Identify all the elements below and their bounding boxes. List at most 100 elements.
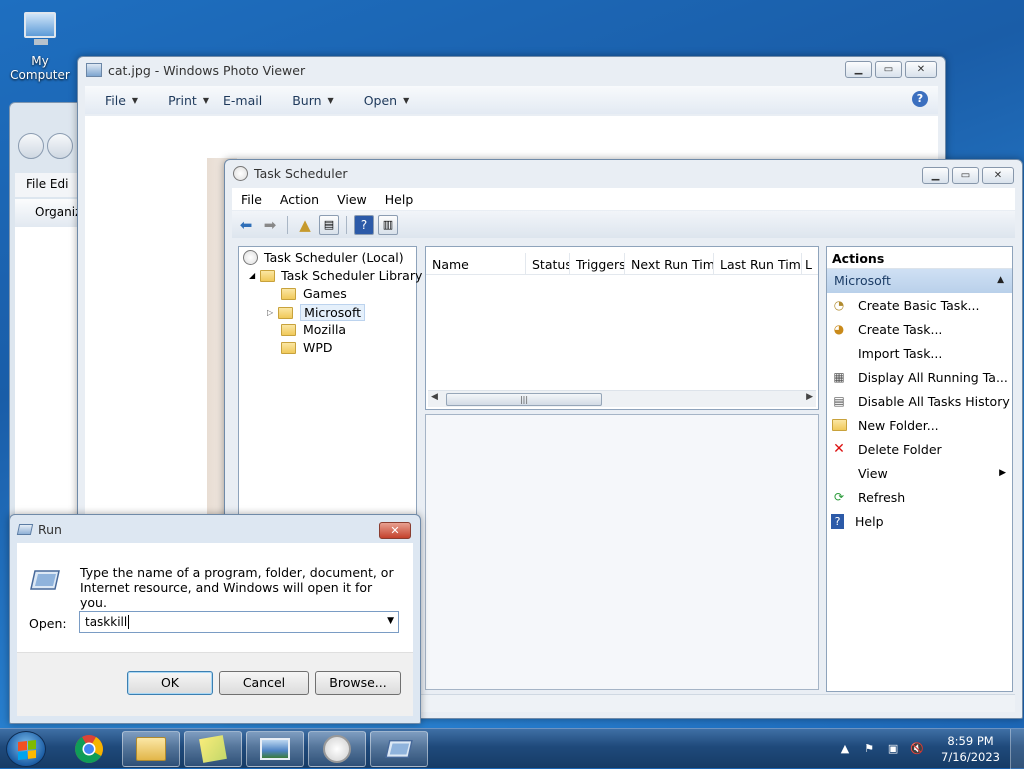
chevron-down-icon[interactable]: ▼ bbox=[387, 616, 394, 626]
email-button[interactable]: E-mail bbox=[219, 93, 272, 108]
menu-action[interactable]: Action bbox=[271, 192, 328, 207]
tree-item-root[interactable]: Task Scheduler (Local) bbox=[243, 250, 404, 265]
action-help[interactable]: ? Help bbox=[827, 509, 1012, 533]
action-create-task[interactable]: ◕ Create Task... bbox=[827, 317, 1012, 341]
horizontal-scrollbar[interactable]: ◀ ||| ▶ bbox=[428, 390, 816, 407]
collapse-up-icon[interactable]: ▲ bbox=[997, 275, 1004, 285]
maximize-button[interactable]: ▭ bbox=[952, 167, 979, 184]
menu-file[interactable]: File bbox=[232, 192, 271, 207]
action-new-folder[interactable]: New Folder... bbox=[827, 413, 1012, 437]
show-hidden-icons-icon[interactable]: ▲ bbox=[837, 741, 853, 757]
start-button[interactable] bbox=[6, 731, 46, 767]
desktop-icon-label: My Computer bbox=[10, 54, 70, 82]
cancel-button[interactable]: Cancel bbox=[219, 671, 309, 695]
show-hide-console-tree-icon[interactable]: ▤ bbox=[319, 214, 339, 235]
menu-view[interactable]: View bbox=[328, 192, 376, 207]
action-center-icon[interactable]: ⚑ bbox=[861, 741, 877, 757]
action-delete-folder[interactable]: ✕ Delete Folder bbox=[827, 437, 1012, 461]
taskbar-task-scheduler[interactable] bbox=[308, 731, 366, 767]
sticky-notes-icon bbox=[199, 735, 227, 763]
actions-pane: Actions Microsoft ▲ ◔ Create Basic Task.… bbox=[826, 246, 1013, 692]
tree-item-mozilla[interactable]: Mozilla bbox=[281, 322, 346, 337]
up-folder-icon[interactable]: ▲ bbox=[295, 215, 315, 235]
column-next-run-time[interactable]: Next Run Time bbox=[625, 253, 714, 274]
column-headers: Name Status Triggers Next Run Time Last … bbox=[426, 253, 818, 275]
minimize-button[interactable]: ▁ bbox=[845, 61, 872, 78]
close-button[interactable]: ✕ bbox=[379, 522, 411, 539]
column-name[interactable]: Name bbox=[426, 253, 526, 274]
run-dialog[interactable]: Run ✕ Type the name of a program, folder… bbox=[9, 514, 421, 724]
ok-button[interactable]: OK bbox=[127, 671, 213, 695]
scrollbar-thumb[interactable]: ||| bbox=[446, 393, 602, 406]
show-desktop-button[interactable] bbox=[1010, 729, 1024, 769]
action-refresh[interactable]: ⟳ Refresh bbox=[827, 485, 1012, 509]
run-prompt: Type the name of a program, folder, docu… bbox=[80, 565, 394, 610]
task-scheduler-titlebar[interactable]: Task Scheduler bbox=[225, 160, 1022, 186]
column-l[interactable]: L bbox=[802, 253, 816, 274]
volume-muted-icon[interactable]: 🔇 bbox=[909, 741, 925, 757]
task-list[interactable]: Name Status Triggers Next Run Time Last … bbox=[425, 246, 819, 410]
forward-button[interactable] bbox=[47, 133, 73, 159]
action-view[interactable]: View ▶ bbox=[827, 461, 1012, 485]
tree-item-microsoft[interactable]: ▷ Microsoft bbox=[267, 304, 366, 321]
close-button[interactable]: ✕ bbox=[905, 61, 937, 78]
action-create-basic-task[interactable]: ◔ Create Basic Task... bbox=[827, 293, 1012, 317]
run-icon bbox=[16, 523, 34, 535]
clock[interactable]: 8:59 PM 7/16/2023 bbox=[941, 733, 1000, 765]
photo-viewer-titlebar[interactable]: cat.jpg - Windows Photo Viewer bbox=[78, 57, 945, 83]
burn-menu[interactable]: Burn ▼ bbox=[272, 93, 344, 108]
column-last-run-time[interactable]: Last Run Time bbox=[714, 253, 802, 274]
run-titlebar[interactable]: Run bbox=[10, 515, 420, 543]
back-button[interactable] bbox=[18, 133, 44, 159]
run-icon bbox=[385, 740, 413, 758]
system-tray: ▲ ⚑ ▣ 🔇 8:59 PM 7/16/2023 bbox=[833, 729, 1024, 769]
taskbar-file-explorer[interactable] bbox=[122, 731, 180, 767]
menu-help[interactable]: Help bbox=[376, 192, 423, 207]
expanded-arrow-icon[interactable]: ◢ bbox=[249, 271, 255, 280]
create-basic-task-icon: ◔ bbox=[833, 298, 845, 312]
taskbar-chrome[interactable] bbox=[60, 731, 118, 767]
scroll-left-icon[interactable]: ◀ bbox=[431, 392, 438, 402]
collapsed-arrow-icon[interactable]: ▷ bbox=[267, 308, 273, 317]
desktop-icon-my-computer[interactable]: My Computer bbox=[0, 8, 80, 82]
browse-button[interactable]: Browse... bbox=[315, 671, 401, 695]
back-arrow-icon[interactable]: ⬅ bbox=[236, 215, 256, 235]
taskbar-run[interactable] bbox=[370, 731, 428, 767]
forward-arrow-icon[interactable]: ➡ bbox=[260, 215, 280, 235]
task-detail-pane bbox=[425, 414, 819, 690]
tree-item-library[interactable]: ◢ Task Scheduler Library bbox=[249, 268, 422, 283]
photo-viewer-icon bbox=[260, 738, 290, 760]
scroll-right-icon[interactable]: ▶ bbox=[806, 392, 813, 402]
run-footer: OK Cancel Browse... bbox=[17, 652, 413, 716]
actions-group-microsoft[interactable]: Microsoft ▲ bbox=[827, 269, 1012, 293]
clock-icon bbox=[243, 250, 258, 265]
column-triggers[interactable]: Triggers bbox=[570, 253, 625, 274]
taskbar-photo-viewer[interactable] bbox=[246, 731, 304, 767]
network-icon[interactable]: ▣ bbox=[885, 741, 901, 757]
column-status[interactable]: Status bbox=[526, 253, 570, 274]
tree-item-wpd[interactable]: WPD bbox=[281, 340, 333, 355]
run-command-input[interactable]: taskkill ▼ bbox=[79, 611, 399, 633]
chevron-down-icon: ▼ bbox=[131, 95, 139, 105]
action-import-task[interactable]: Import Task... bbox=[827, 341, 1012, 365]
run-body: Type the name of a program, folder, docu… bbox=[17, 543, 413, 716]
submenu-arrow-icon: ▶ bbox=[999, 468, 1006, 478]
taskbar: ▲ ⚑ ▣ 🔇 8:59 PM 7/16/2023 bbox=[0, 728, 1024, 769]
show-hide-action-pane-icon[interactable]: ▥ bbox=[378, 214, 398, 235]
file-menu[interactable]: File ▼ bbox=[85, 93, 148, 108]
windows-logo-icon bbox=[18, 740, 36, 760]
help-icon[interactable]: ? bbox=[354, 214, 374, 235]
open-menu[interactable]: Open ▼ bbox=[344, 93, 420, 108]
print-menu[interactable]: Print ▼ bbox=[148, 93, 219, 108]
tree-item-games[interactable]: Games bbox=[281, 286, 347, 301]
minimize-button[interactable]: ▁ bbox=[922, 167, 949, 184]
action-display-running-tasks[interactable]: ▦ Display All Running Ta... bbox=[827, 365, 1012, 389]
close-button[interactable]: ✕ bbox=[982, 167, 1014, 184]
new-folder-icon bbox=[831, 417, 847, 433]
taskbar-sticky-notes[interactable] bbox=[184, 731, 242, 767]
history-icon: ▤ bbox=[833, 394, 845, 408]
maximize-button[interactable]: ▭ bbox=[875, 61, 902, 78]
help-icon[interactable]: ? bbox=[912, 91, 928, 107]
action-disable-history[interactable]: ▤ Disable All Tasks History bbox=[827, 389, 1012, 413]
folder-icon bbox=[281, 287, 296, 300]
